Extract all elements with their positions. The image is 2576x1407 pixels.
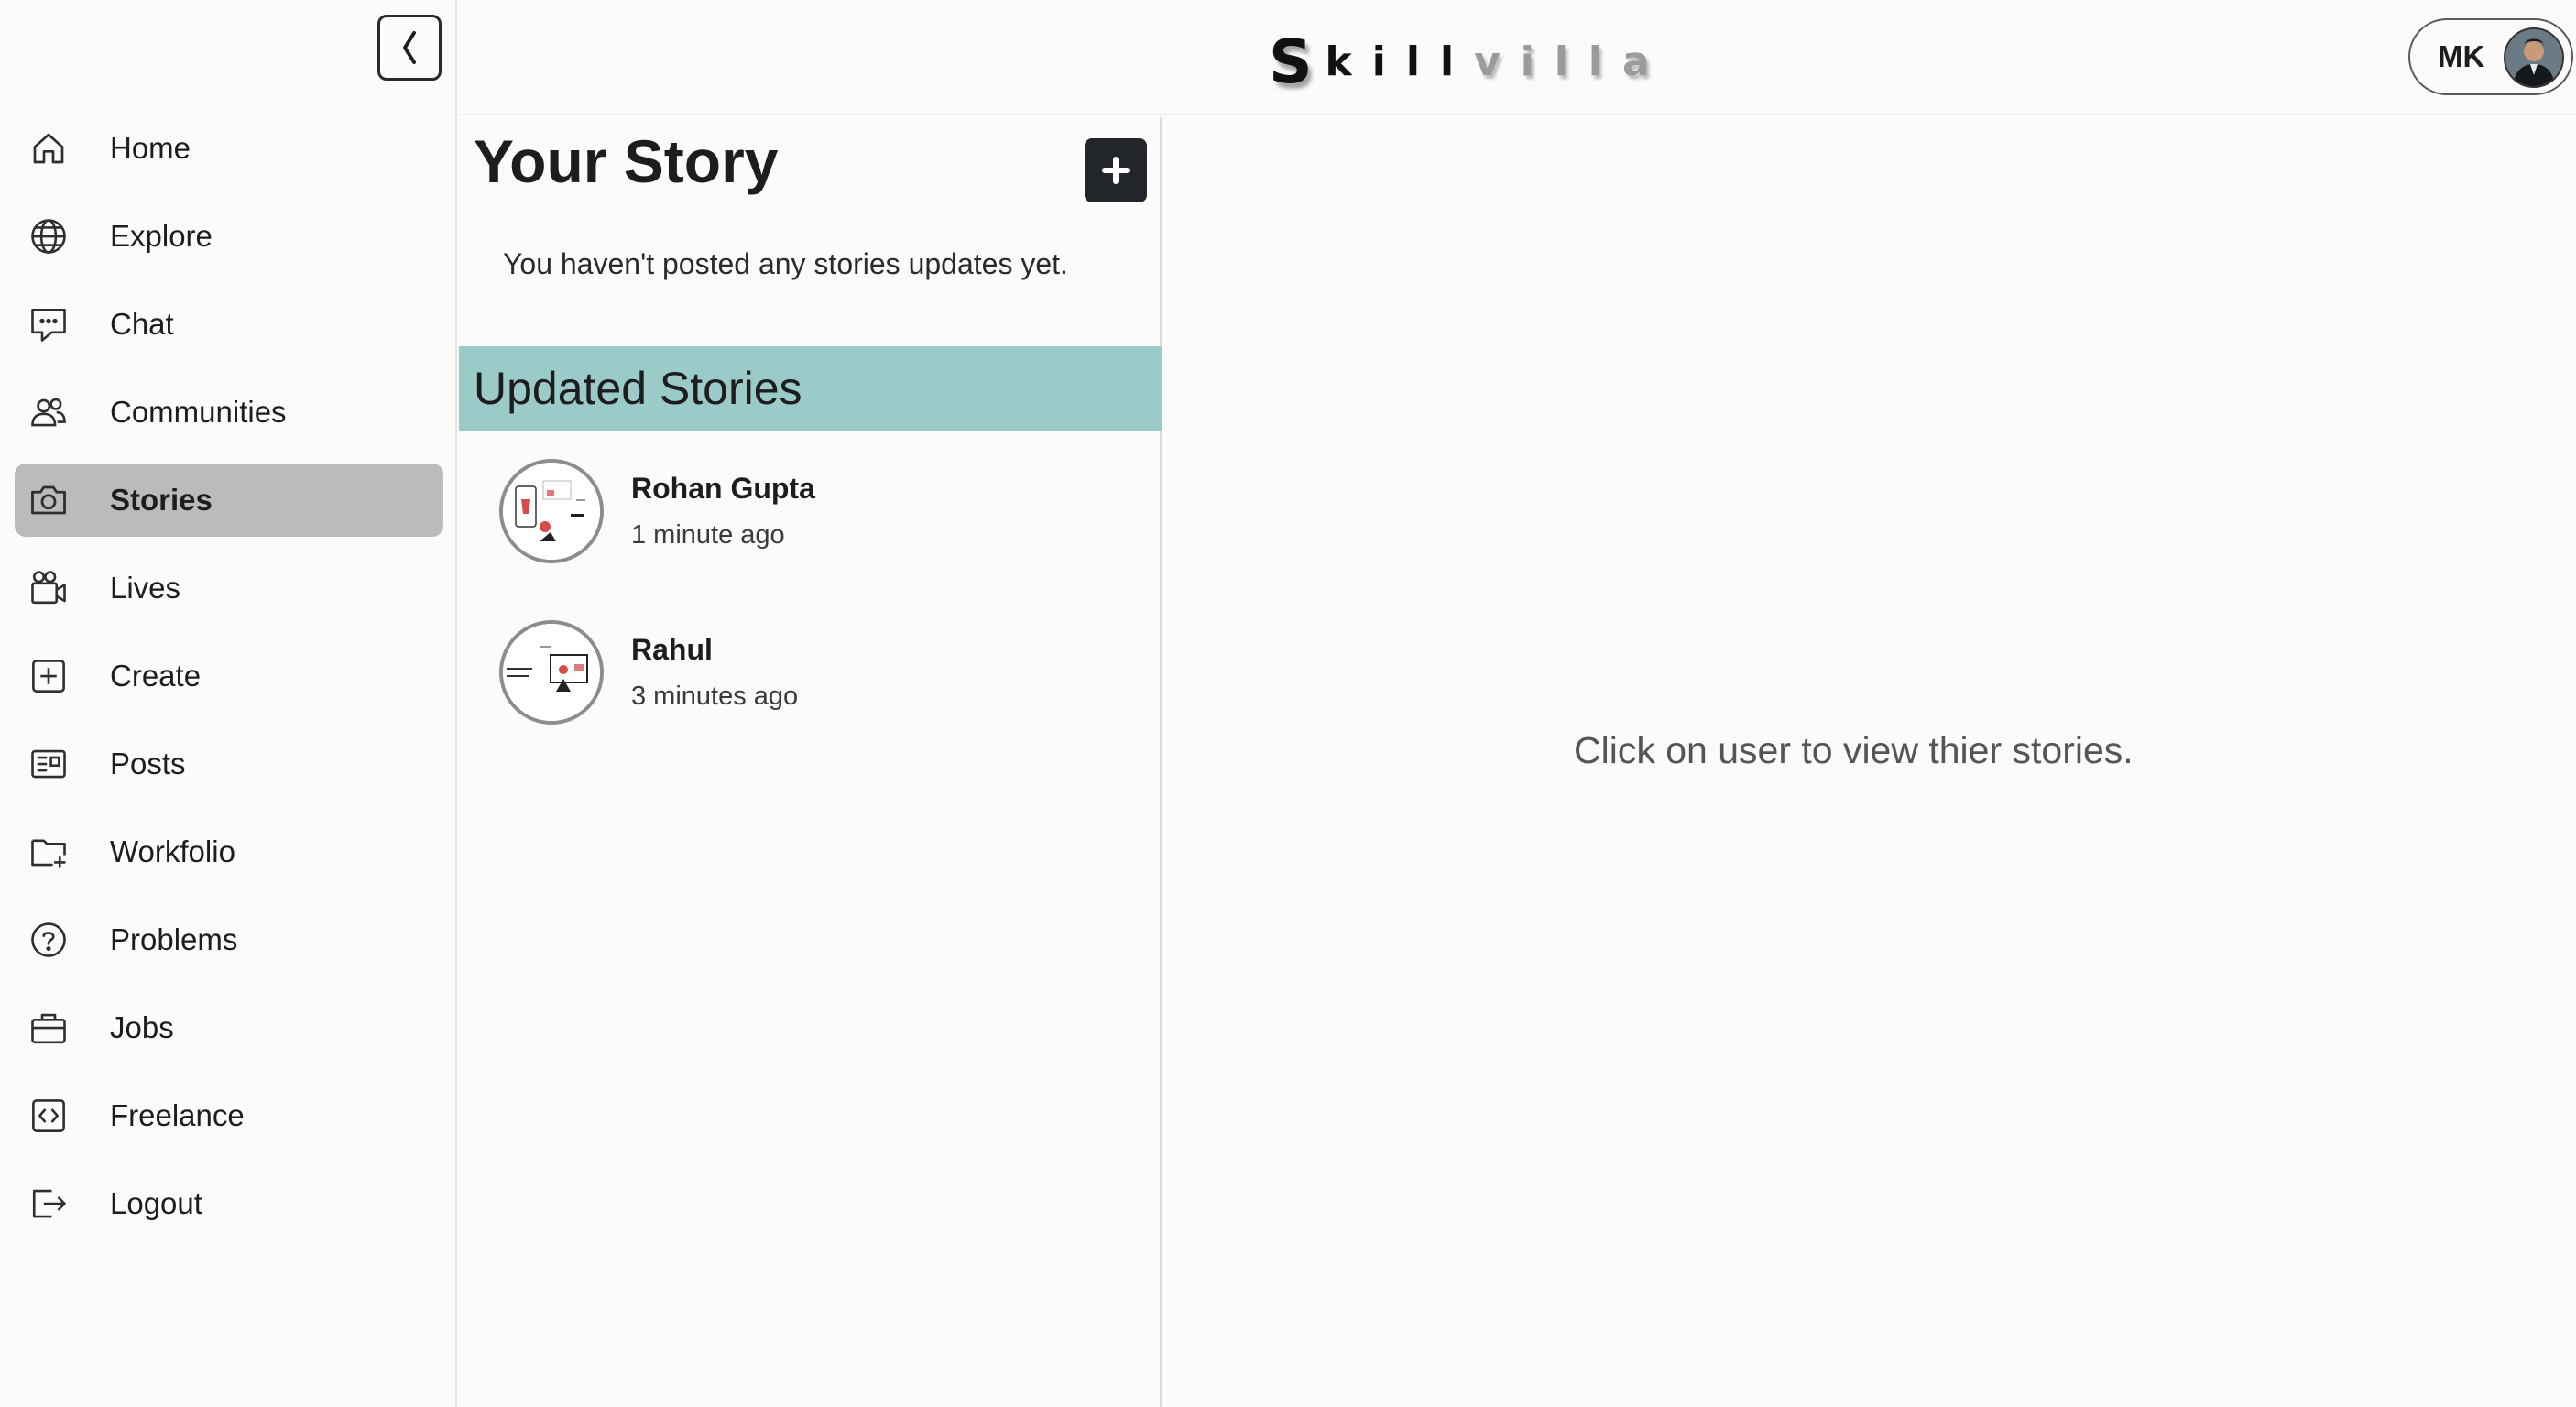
sidebar-item-home[interactable]: Home [15,112,443,185]
skillvilla-logo[interactable]: S kill villa [1269,20,1670,103]
sidebar-item-label: Posts [110,747,186,780]
sidebar-item-logout[interactable]: Logout [15,1167,443,1240]
sidebar-nav: Home Explore Chat Communities Stories Li… [15,112,443,1255]
logout-icon [27,1183,70,1225]
plus-icon [1102,157,1130,184]
sidebar-item-label: Explore [110,219,213,253]
newspaper-icon [27,743,70,785]
sidebar-item-label: Workfolio [110,834,235,868]
page-title: Your Story [474,127,779,195]
sidebar-item-lives[interactable]: Lives [15,551,443,625]
story-thumbnail [499,620,604,725]
home-icon [27,127,70,169]
folder-plus-icon [27,831,70,873]
sidebar-item-problems[interactable]: Problems [15,903,443,976]
story-user-name: Rahul [631,633,713,666]
sidebar-item-label: Jobs [110,1010,174,1044]
sidebar-item-label: Lives [110,571,181,605]
logo-light-text: villa [1474,38,1670,85]
chevron-left-icon [403,31,416,64]
sidebar-item-workfolio[interactable]: Workfolio [15,815,443,889]
users-icon [27,391,70,433]
sidebar-item-label: Logout [110,1186,202,1220]
sidebar-item-create[interactable]: Create [15,639,443,713]
sidebar-item-label: Create [110,659,202,693]
story-list-panel: Your Story You haven't posted any storie… [459,117,1162,1407]
code-square-icon [27,1095,70,1137]
updated-stories-header: Updated Stories [459,346,1162,431]
profile-initials: MK [2438,39,2485,73]
question-circle-icon [27,919,70,961]
empty-stories-message: You haven't posted any stories updates y… [503,247,1068,280]
story-user-item[interactable]: Rahul 3 minutes ago [499,619,1141,725]
viewer-placeholder-message: Click on user to view thier stories. [1574,729,2134,771]
updated-stories-title: Updated Stories [474,363,802,414]
video-icon [27,567,70,609]
logo-dark-text: kill [1325,38,1475,85]
chat-icon [27,303,70,345]
sidebar-item-communities[interactable]: Communities [15,376,443,449]
sidebar: Home Explore Chat Communities Stories Li… [0,0,457,1407]
sidebar-item-chat[interactable]: Chat [15,288,443,361]
briefcase-icon [27,1007,70,1049]
sidebar-item-jobs[interactable]: Jobs [15,991,443,1064]
sidebar-item-label: Communities [110,395,287,429]
sidebar-item-explore[interactable]: Explore [15,200,443,273]
sidebar-item-label: Stories [110,483,213,517]
story-user-name: Rohan Gupta [631,472,815,505]
globe-icon [27,215,70,257]
profile-button[interactable]: MK [2408,18,2573,95]
collapse-sidebar-button[interactable] [377,15,442,81]
avatar [2504,27,2564,88]
top-header: S kill villa MK [459,0,2576,115]
story-viewer: Click on user to view thier stories. [1165,117,2576,1407]
story-timestamp: 3 minutes ago [631,682,799,711]
sidebar-item-label: Home [110,131,191,165]
story-user-item[interactable]: Rohan Gupta 1 minute ago [499,458,1141,564]
sidebar-item-stories[interactable]: Stories [15,464,443,537]
sidebar-item-label: Problems [110,922,238,956]
story-thumbnail [499,459,604,563]
sidebar-item-posts[interactable]: Posts [15,727,443,801]
plus-square-icon [27,655,70,697]
story-timestamp: 1 minute ago [631,520,785,550]
sidebar-item-freelance[interactable]: Freelance [15,1079,443,1152]
logo-initial: S [1269,26,1326,97]
camera-icon [27,479,70,521]
add-story-button[interactable] [1085,138,1147,202]
sidebar-item-label: Freelance [110,1098,245,1132]
sidebar-item-label: Chat [110,307,174,341]
